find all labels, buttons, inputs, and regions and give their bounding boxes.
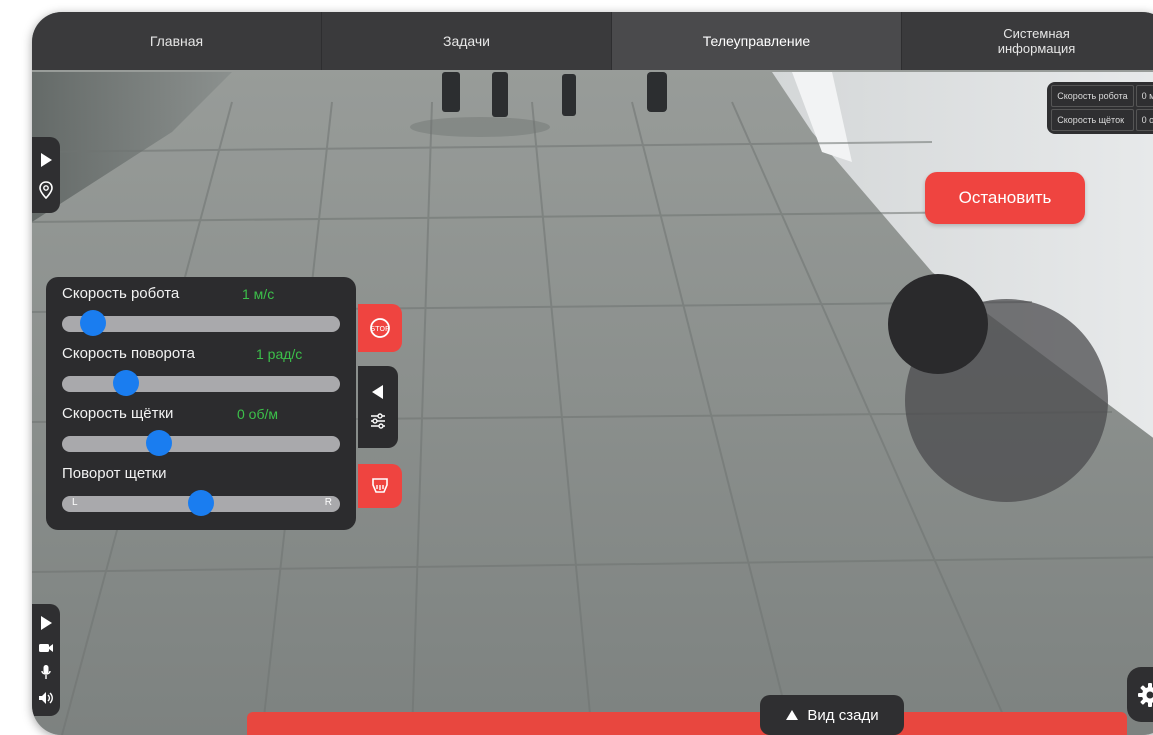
microphone-icon	[41, 665, 51, 680]
settings-button[interactable]	[1127, 667, 1153, 722]
brush-rotation-slider-thumb[interactable]	[188, 490, 214, 516]
tab-home-label: Главная	[149, 32, 204, 49]
rear-view-label: Вид сзади	[807, 706, 879, 724]
play-icon	[41, 152, 52, 167]
brush-rotation-slider-row: Поворот щетки L R	[62, 465, 342, 525]
collapse-panel-button[interactable]	[358, 366, 398, 448]
brush-rotation-left-label: L	[72, 497, 78, 508]
brush-rotation-label: Поворот щетки	[62, 465, 167, 482]
status-table: Скорость робота 0 м/с Скорость щёток 0 о…	[1047, 82, 1153, 134]
robot-speed-label: Скорость робота	[62, 285, 180, 302]
tab-tasks[interactable]: Задачи	[322, 12, 612, 70]
speaker-icon	[39, 691, 53, 704]
robot-speed-slider-thumb[interactable]	[79, 310, 106, 336]
robot-speed-stat-value: 0 м/с	[1135, 85, 1153, 107]
play-icon	[41, 616, 52, 631]
emergency-stop-button[interactable]: STOP	[358, 304, 402, 352]
brush-rotation-slider[interactable]: L R	[62, 490, 340, 516]
robot-speed-slider-row: Скорость робота 1 м/с	[62, 285, 342, 345]
top-navigation: Главная Задачи Телеуправление Системная …	[32, 12, 1153, 70]
turn-speed-slider[interactable]	[62, 370, 340, 396]
brush-rotation-right-label: R	[324, 497, 332, 508]
tab-teleoperation[interactable]: Телеуправление	[612, 12, 902, 70]
brush-toggle-button[interactable]	[358, 464, 402, 508]
robot-speed-slider[interactable]	[62, 310, 340, 336]
turn-speed-slider-row: Скорость поворота 1 рад/с	[62, 345, 342, 405]
triangle-up-icon	[786, 710, 799, 720]
brush-speed-stat-label: Скорость щёток	[1051, 109, 1134, 131]
stop-button[interactable]: Остановить	[925, 172, 1085, 224]
turn-speed-slider-thumb[interactable]	[112, 370, 139, 396]
svg-text:STOP: STOP	[371, 325, 389, 333]
robot-speed-value: 1 м/с	[242, 286, 275, 302]
gear-icon	[1138, 682, 1153, 707]
turn-speed-value: 1 рад/с	[256, 346, 303, 362]
robot-speed-stat-label: Скорость робота	[1051, 85, 1134, 107]
tab-teleoperation-label: Телеуправление	[702, 32, 811, 49]
tab-system-info-label-line1: Системная	[1003, 26, 1070, 41]
stop-circle-icon: STOP	[370, 318, 390, 338]
brush-speed-value: 0 об/м	[237, 406, 278, 422]
brush-speed-label: Скорость щётки	[62, 405, 174, 422]
rear-view-drawer-bar[interactable]	[247, 712, 1127, 735]
tab-system-info[interactable]: Системная информация	[902, 12, 1153, 70]
brush-speed-slider-thumb[interactable]	[146, 430, 173, 456]
tab-tasks-label: Задачи	[442, 32, 490, 49]
brush-speed-stat-value: 0 об/м	[1135, 109, 1153, 131]
map-side-tab[interactable]	[32, 137, 60, 213]
tab-system-info-label-line2: информация	[997, 41, 1076, 56]
media-side-tab[interactable]	[32, 604, 60, 716]
tab-home[interactable]: Главная	[32, 12, 322, 70]
map-pin-icon	[39, 180, 53, 199]
brush-speed-slider[interactable]	[62, 430, 340, 456]
rear-view-button[interactable]: Вид сзади	[760, 695, 904, 735]
brush-icon	[372, 478, 388, 493]
camera-icon	[39, 643, 53, 652]
teleoperation-screen: Главная Задачи Телеуправление Системная …	[32, 12, 1153, 735]
brush-speed-slider-row: Скорость щётки 0 об/м	[62, 405, 342, 465]
speed-settings-panel: Скорость робота 1 м/с Скорость поворота …	[46, 277, 356, 530]
turn-speed-label: Скорость поворота	[62, 345, 195, 362]
joystick-knob[interactable]	[888, 274, 988, 374]
collapse-left-icon	[372, 385, 383, 399]
sliders-icon	[371, 413, 385, 429]
